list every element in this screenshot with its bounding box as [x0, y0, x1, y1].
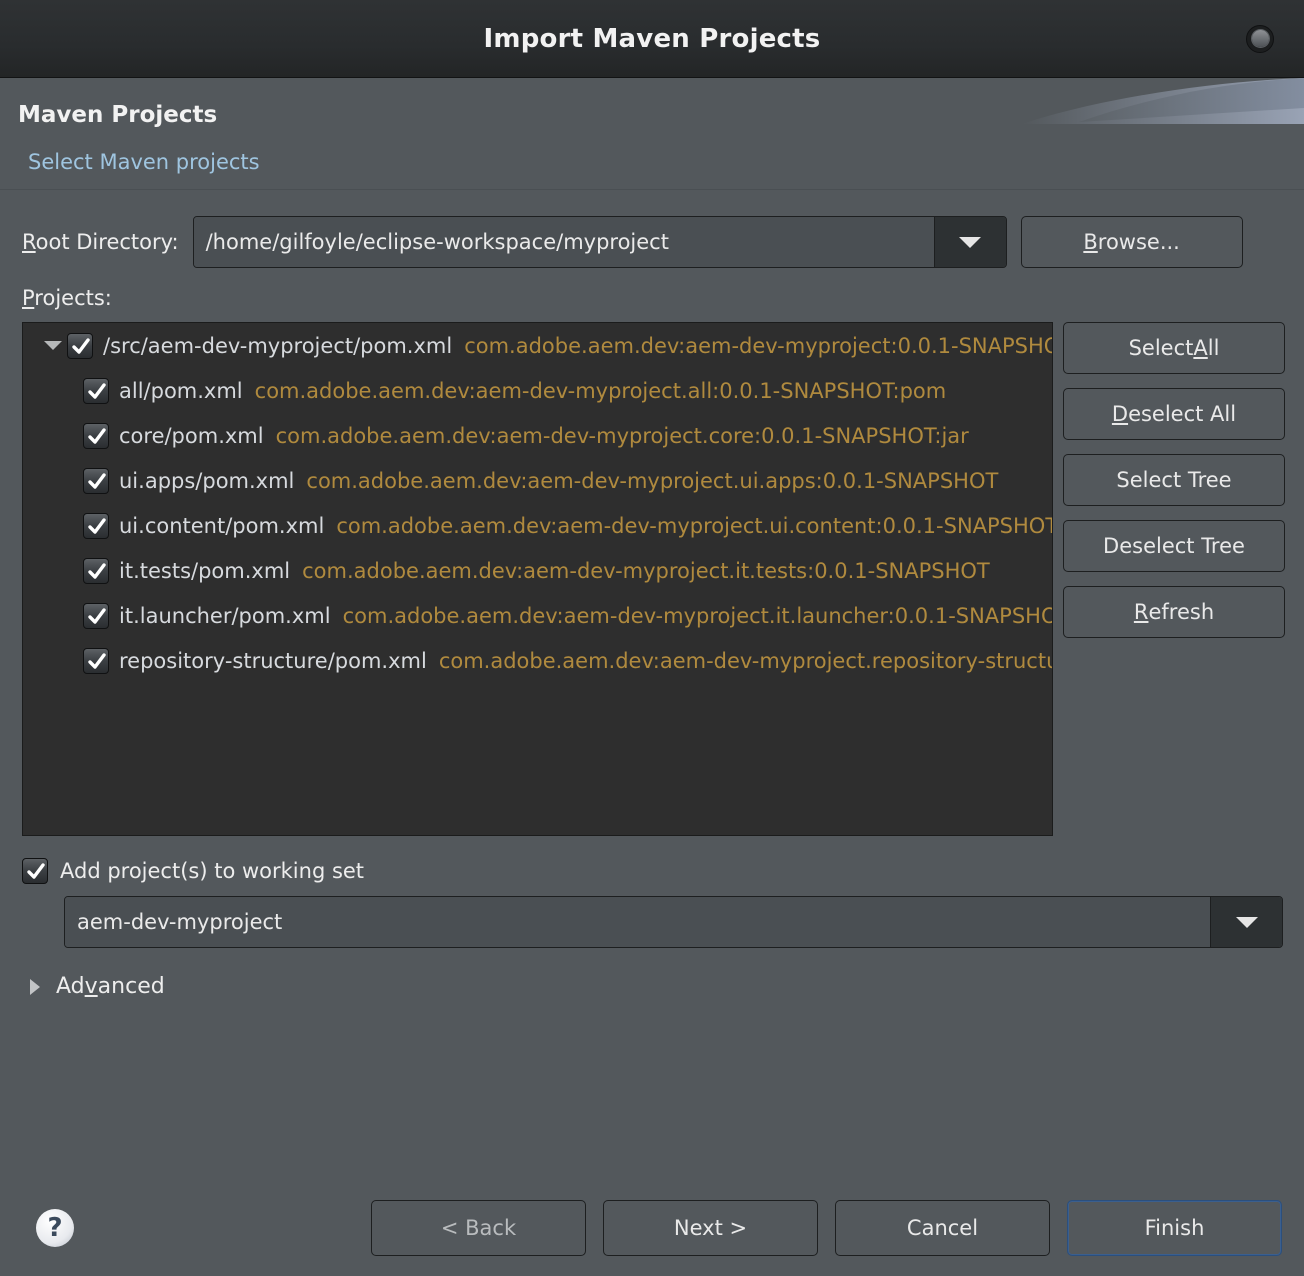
- tree-row-name: core/pom.xml: [119, 423, 264, 448]
- tree-row-name: /src/aem-dev-myproject/pom.xml: [103, 333, 453, 358]
- select-all-button[interactable]: Select All: [1063, 322, 1285, 374]
- root-directory-row: Root Directory: /home/gilfoyle/eclipse-w…: [22, 216, 1282, 268]
- tree-row[interactable]: ui.apps/pom.xml com.adobe.aem.dev:aem-dev…: [23, 458, 1052, 503]
- checkbox-icon: [22, 858, 48, 884]
- checkbox-icon[interactable]: [83, 557, 109, 584]
- banner-swoosh-icon: [1022, 78, 1304, 124]
- tree-row-name: ui.apps/pom.xml: [119, 468, 295, 493]
- triangle-right-icon: [30, 978, 40, 995]
- circle-close-icon[interactable]: [1246, 24, 1274, 53]
- next-button[interactable]: Next >: [603, 1200, 818, 1256]
- deselect-all-button[interactable]: Deselect All: [1063, 388, 1285, 440]
- deselect-tree-button[interactable]: Deselect Tree: [1063, 520, 1285, 572]
- tree-row-coordinates: com.adobe.aem.dev:aem-dev-myproject.core…: [275, 423, 969, 448]
- back-button[interactable]: < Back: [371, 1200, 586, 1256]
- tree-row[interactable]: ui.content/pom.xml com.adobe.aem.dev:aem-…: [23, 503, 1052, 548]
- add-to-working-set-checkbox[interactable]: Add project(s) to working set: [22, 858, 1282, 884]
- select-tree-button[interactable]: Select Tree: [1063, 454, 1285, 506]
- page-subtitle: Select Maven projects: [28, 150, 260, 174]
- working-set-input[interactable]: aem-dev-myproject: [65, 897, 1210, 947]
- root-directory-dropdown-button[interactable]: [933, 217, 1006, 267]
- working-set-combo[interactable]: aem-dev-myproject: [64, 896, 1283, 948]
- checkbox-icon[interactable]: [67, 332, 93, 359]
- tree-row-name: all/pom.xml: [119, 378, 243, 403]
- tree-row[interactable]: all/pom.xml com.adobe.aem.dev:aem-dev-myp…: [23, 368, 1052, 413]
- tree-row-name: ui.content/pom.xml: [119, 513, 325, 538]
- checkbox-icon[interactable]: [83, 377, 109, 404]
- tree-row-coordinates: com.adobe.aem.dev:aem-dev-myproject.ui.c…: [336, 513, 1052, 538]
- advanced-label: Advanced: [56, 974, 165, 999]
- checkbox-icon[interactable]: [83, 647, 109, 674]
- root-directory-combo[interactable]: /home/gilfoyle/eclipse-workspace/myproje…: [192, 216, 1007, 268]
- checkbox-icon[interactable]: [83, 467, 109, 494]
- tree-row-coordinates: com.adobe.aem.dev:aem-dev-myproject.ui.a…: [306, 468, 999, 493]
- projects-tree[interactable]: /src/aem-dev-myproject/pom.xml com.adobe.…: [22, 322, 1053, 836]
- wizard-header-banner: Maven Projects Select Maven projects: [0, 78, 1304, 190]
- tree-row-coordinates: com.adobe.aem.dev:aem-dev-myproject.it.l…: [342, 603, 1052, 628]
- tree-row[interactable]: repository-structure/pom.xml com.adobe.ae…: [23, 638, 1052, 683]
- checkbox-icon[interactable]: [83, 512, 109, 539]
- tree-row-coordinates: com.adobe.aem.dev:aem-dev-myproject.all:…: [254, 378, 947, 403]
- projects-label: Projects:: [22, 286, 112, 310]
- footer-buttons: < Back Next > Cancel Finish: [354, 1200, 1282, 1256]
- tree-row-name: repository-structure/pom.xml: [119, 648, 427, 673]
- chevron-down-icon: [959, 236, 982, 248]
- window-title: Import Maven Projects: [483, 23, 821, 54]
- import-maven-projects-dialog: Import Maven Projects Maven Projects Sel…: [0, 0, 1304, 1276]
- browse-button[interactable]: Browse...: [1020, 216, 1243, 268]
- root-directory-label: Root Directory:: [22, 230, 179, 254]
- chevron-down-icon: [1235, 916, 1258, 928]
- triangle-down-icon[interactable]: [39, 341, 67, 350]
- page-title: Maven Projects: [18, 102, 218, 128]
- dialog-footer: ? < Back Next > Cancel Finish: [0, 1180, 1304, 1276]
- help-question-icon[interactable]: ?: [36, 1209, 74, 1247]
- working-set-dropdown-button[interactable]: [1210, 897, 1282, 947]
- cancel-button[interactable]: Cancel: [835, 1200, 1050, 1256]
- add-to-working-set-label: Add project(s) to working set: [60, 859, 365, 883]
- tree-row-name: it.tests/pom.xml: [119, 558, 291, 583]
- tree-row[interactable]: core/pom.xml com.adobe.aem.dev:aem-dev-my…: [23, 413, 1052, 458]
- tree-row-coordinates: com.adobe.aem.dev:aem-dev-myproject.it.t…: [302, 558, 990, 583]
- checkbox-icon[interactable]: [83, 422, 109, 449]
- checkbox-icon[interactable]: [83, 602, 109, 629]
- root-directory-input[interactable]: /home/gilfoyle/eclipse-workspace/myproje…: [193, 217, 934, 267]
- tree-row-coordinates: com.adobe.aem.dev:aem-dev-myproject:0.0.…: [464, 333, 1052, 358]
- tree-row-name: it.launcher/pom.xml: [119, 603, 331, 628]
- refresh-button[interactable]: Refresh: [1063, 586, 1285, 638]
- advanced-section-toggle[interactable]: Advanced: [30, 974, 1282, 999]
- tree-row[interactable]: it.launcher/pom.xml com.adobe.aem.dev:aem…: [23, 593, 1052, 638]
- projects-tree-area: /src/aem-dev-myproject/pom.xml com.adobe.…: [22, 322, 1285, 836]
- tree-row[interactable]: it.tests/pom.xml com.adobe.aem.dev:aem-de…: [23, 548, 1052, 593]
- window-titlebar: Import Maven Projects: [0, 0, 1304, 78]
- tree-row-coordinates: com.adobe.aem.dev:aem-dev-myproject.repo…: [438, 648, 1052, 673]
- tree-action-buttons: Select All Deselect All Select Tree Deselec…: [1063, 322, 1285, 652]
- dialog-content: Root Directory: /home/gilfoyle/eclipse-w…: [0, 190, 1304, 1276]
- tree-row[interactable]: /src/aem-dev-myproject/pom.xml com.adobe.…: [23, 323, 1052, 368]
- finish-button[interactable]: Finish: [1067, 1200, 1282, 1256]
